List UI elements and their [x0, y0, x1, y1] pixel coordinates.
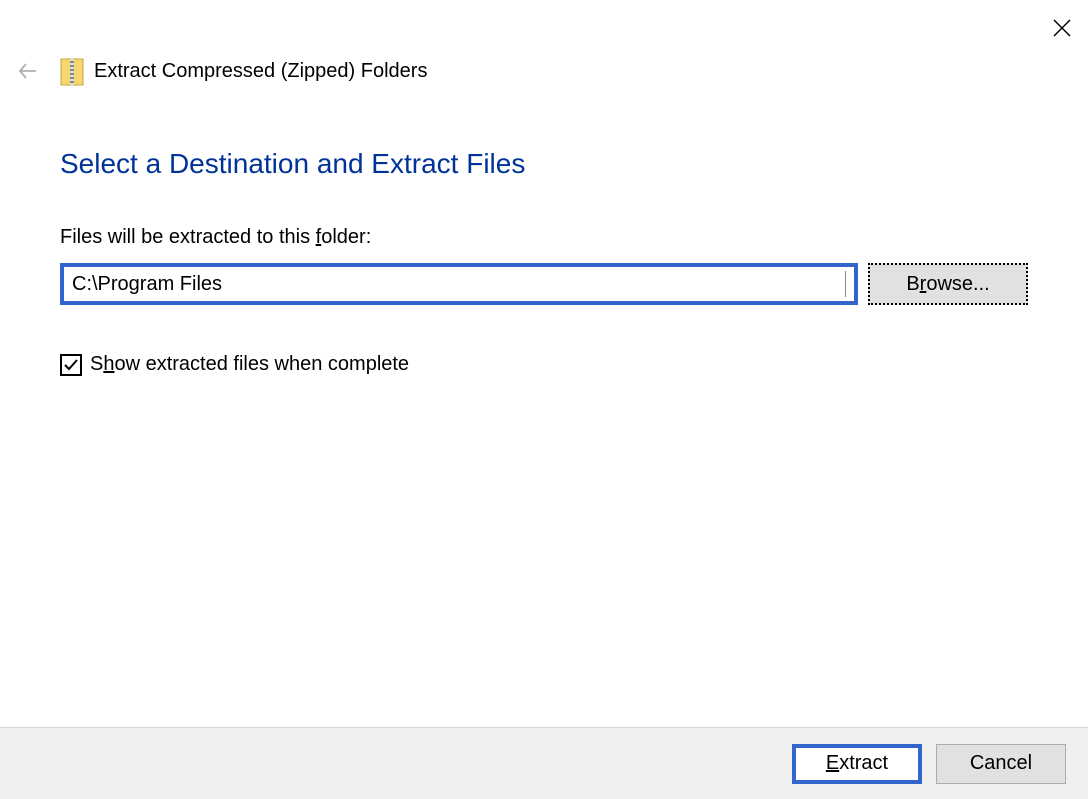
destination-path-input[interactable]	[72, 271, 846, 297]
wizard-title: Extract Compressed (Zipped) Folders	[94, 60, 427, 83]
back-button[interactable]	[14, 57, 42, 85]
folder-label: Files will be extracted to this folder:	[60, 226, 1028, 249]
browse-accel: r	[920, 273, 927, 296]
folder-label-pre: Files will be extracted to this	[60, 226, 316, 248]
browse-button[interactable]: Browse...	[868, 263, 1028, 305]
back-arrow-icon	[16, 59, 40, 83]
show-extracted-checkbox[interactable]	[60, 354, 82, 376]
checkbox-label-accel: h	[103, 353, 114, 375]
dialog-footer: Extract Cancel	[0, 727, 1088, 799]
extract-accel: E	[826, 752, 839, 775]
close-button[interactable]	[1052, 18, 1072, 38]
show-extracted-row: Show extracted files when complete	[60, 353, 1028, 376]
show-extracted-label[interactable]: Show extracted files when complete	[90, 353, 409, 376]
browse-pre: B	[906, 273, 919, 296]
path-row: Browse...	[60, 263, 1028, 305]
extract-button[interactable]: Extract	[792, 744, 922, 784]
extract-post: xtract	[839, 752, 888, 775]
wizard-header: Extract Compressed (Zipped) Folders	[14, 56, 427, 86]
checkmark-icon	[63, 357, 79, 373]
destination-path-wrapper	[60, 263, 858, 305]
close-icon	[1052, 18, 1072, 38]
page-heading: Select a Destination and Extract Files	[60, 148, 1028, 180]
content-area: Select a Destination and Extract Files F…	[60, 148, 1028, 376]
cancel-button[interactable]: Cancel	[936, 744, 1066, 784]
folder-label-post: older:	[321, 226, 371, 248]
title-row: Extract Compressed (Zipped) Folders	[60, 56, 427, 86]
cancel-label: Cancel	[970, 752, 1032, 775]
checkbox-label-post: ow extracted files when complete	[114, 353, 409, 375]
checkbox-label-pre: S	[90, 353, 103, 375]
zip-folder-icon	[60, 56, 84, 86]
browse-post: owse...	[926, 273, 989, 296]
